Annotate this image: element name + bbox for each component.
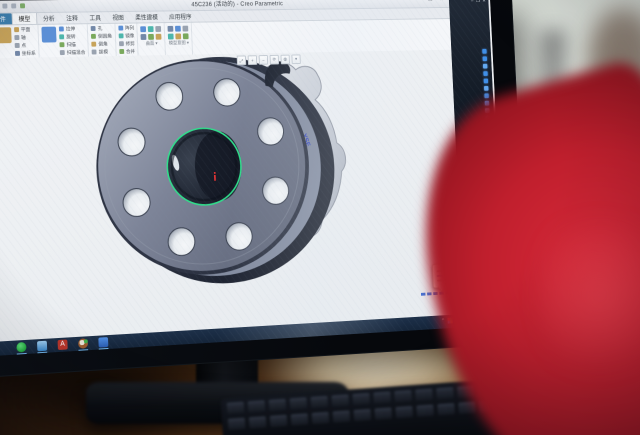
tab-tools[interactable]: 工具 [83,12,106,23]
btn-trim[interactable]: 修剪 [119,40,135,47]
close-button[interactable]: ✕ [438,0,446,2]
nav-icon[interactable] [484,79,488,84]
file-explorer-icon[interactable] [37,341,47,352]
group-engineering: 孔 倒圆角 倒角 拔模 工程 ▾ [88,24,117,58]
zoom-in-icon[interactable]: + [248,55,258,65]
acad-minimize-button[interactable]: – [471,0,474,4]
group-datum: 平面 轴 点 坐标系 基准 ▾ [0,25,40,59]
btn-hole[interactable]: 孔 [91,25,112,32]
key [312,412,330,424]
creo-main-area: 45C236.PRT RIGHT TOP FRONT PRT_CSYS_DEF … [0,50,464,345]
repaint-icon[interactable]: ⟳ [270,55,280,65]
key [437,403,455,415]
tab-view[interactable]: 视图 [106,12,129,23]
undo-icon[interactable] [2,4,7,9]
key [228,418,246,430]
acad-close-button[interactable]: ✕ [482,0,486,4]
tab-model[interactable]: 模型 [12,12,38,24]
btn-point[interactable]: 点 [14,42,35,49]
nav-icon[interactable] [482,49,486,54]
display-style-icon[interactable]: ◍ [281,55,290,65]
key [333,411,351,423]
tab-annotate[interactable]: 注释 [60,12,84,23]
window-title: 45C236 (活动的) - Creo Parametric [191,0,283,8]
minimize-button[interactable]: – [415,0,423,3]
zoom-out-icon[interactable]: − [259,55,269,65]
btn-sweep[interactable]: 扫描 [60,41,86,48]
key [248,400,266,412]
nav-icon[interactable] [484,86,488,91]
key [353,409,371,421]
key [270,415,288,427]
key [291,413,309,425]
nav-icon[interactable] [484,93,488,98]
datum-display-icon[interactable]: ▾ [291,54,300,64]
regenerate-icon[interactable] [20,3,25,8]
3d-flange-model[interactable]: YSE 16K45A SC36 [0,50,465,337]
creo-window: 45C236 (活动的) - Creo Parametric – ❐ ✕ 文件 … [0,0,464,345]
nav-icon[interactable] [483,56,487,61]
key [415,389,433,401]
key [331,395,349,407]
btn-round[interactable]: 倒圆角 [91,33,112,40]
tab-flexible-modeling[interactable]: 柔性建模 [129,11,163,22]
btn-chamfer[interactable]: 倒角 [92,40,113,47]
maximize-button[interactable]: ❐ [426,0,434,3]
messenger-app-icon[interactable] [16,342,26,353]
graphics-area[interactable]: ⤢ + − ⟳ ◍ ▾ [0,50,464,343]
key [374,408,392,420]
nav-icon[interactable] [483,64,487,69]
group-surfaces: 曲面 ▾ [138,23,167,56]
btn-plane[interactable]: 平面 [14,26,35,33]
screen: 45C236 (活动的) - Creo Parametric – ❐ ✕ 文件 … [0,0,506,358]
autocad-app-icon[interactable]: A [58,339,68,350]
extrude-icon[interactable] [42,27,57,43]
key [373,392,391,404]
graphics-toolbar: ⤢ + − ⟳ ◍ ▾ [237,54,301,65]
quick-access-toolbar[interactable] [0,3,25,8]
tab-analysis[interactable]: 分析 [37,13,61,24]
key [352,393,370,405]
blue-app-icon[interactable] [98,337,108,347]
taskbar-apps: A [16,337,108,352]
photo-scene: 45C236 (活动的) - Creo Parametric – ❐ ✕ 文件 … [0,0,640,435]
btn-mirror[interactable]: 镜像 [118,32,134,39]
refit-icon[interactable]: ⤢ [237,55,247,65]
key [249,416,267,428]
key [290,398,308,410]
group-shapes: 拉伸 旋转 扫描 扫描混合 形状 ▾ [39,24,90,58]
btn-axis[interactable]: 轴 [14,34,35,41]
trade-manager-app-icon[interactable] [78,338,88,349]
autocad-window-controls: – ❐ ✕ [471,0,486,4]
group-model-intent: 模型意图 ▾ [165,23,194,56]
tab-applications[interactable]: 应用程序 [163,11,197,22]
key [436,387,454,399]
key [416,405,434,417]
sketch-icon[interactable] [0,27,12,43]
key [269,399,287,411]
key [395,406,413,418]
btn-pattern[interactable]: 阵列 [118,24,134,31]
btn-revolve[interactable]: 旋转 [59,33,85,40]
key [394,390,412,402]
group-editing: 阵列 镜像 修剪 合并 编辑 ▾ [115,23,139,56]
btn-extrude[interactable]: 拉伸 [59,25,85,32]
window-controls: – ❐ ✕ [415,0,446,3]
tab-file[interactable]: 文件 [0,13,12,24]
acad-restore-button[interactable]: ❐ [476,0,480,4]
key [310,396,328,408]
datum-marker [214,175,216,181]
nav-icon[interactable] [483,71,487,76]
redo-icon[interactable] [11,3,16,8]
key [227,402,245,414]
